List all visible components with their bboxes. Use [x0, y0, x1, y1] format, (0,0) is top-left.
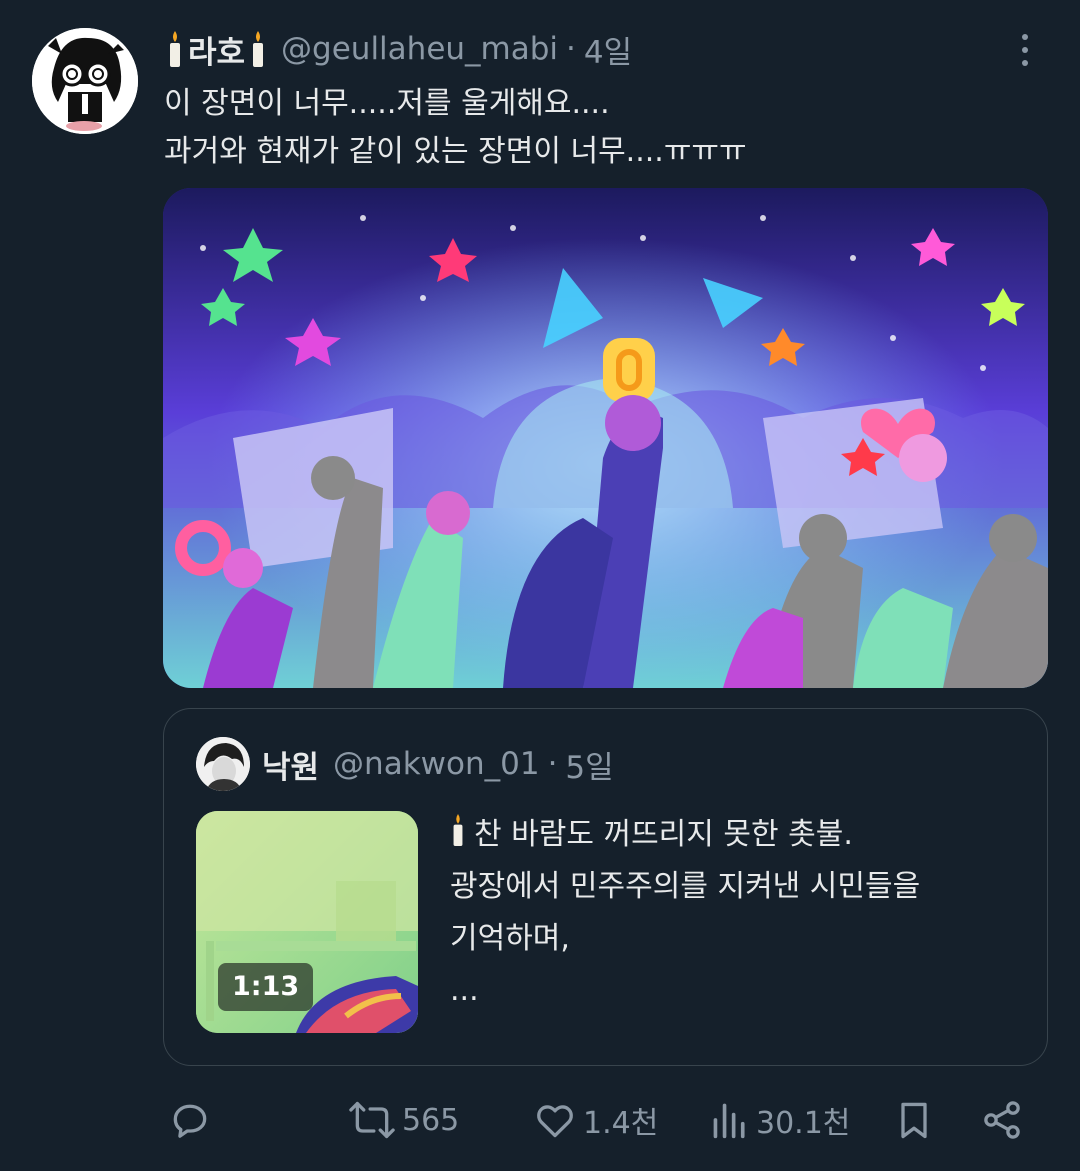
action-bar: 565 1.4천 30.1천 — [0, 1090, 1080, 1150]
quoted-text-line: 찬 바람도 꺼뜨리지 못한 촛불. — [450, 809, 1030, 861]
bookmark-icon — [901, 1102, 927, 1139]
quoted-author-handle[interactable]: @nakwon_01 — [333, 746, 540, 782]
tweet-media-image[interactable] — [163, 188, 1048, 688]
tweet-header: 라호 @geullaheu_mabi · 4일 — [166, 26, 632, 72]
quoted-tweet[interactable]: 낙원 @nakwon_01 · 5일 1:13 찬 바람도 꺼뜨리지 못한 촛불… — [163, 708, 1048, 1066]
share-button[interactable] — [980, 1090, 1024, 1150]
views-icon — [713, 1103, 745, 1139]
reply-button[interactable] — [168, 1090, 212, 1150]
heart-icon — [537, 1105, 573, 1138]
quoted-text-ellipsis: ... — [450, 973, 479, 1008]
repost-count: 565 — [402, 1102, 460, 1138]
quoted-text-line: 기억하며, — [450, 921, 570, 956]
candle-icon — [253, 31, 264, 67]
more-vertical-icon[interactable] — [1005, 30, 1045, 70]
tweet[interactable]: 라호 @geullaheu_mabi · 4일 이 장면이 너무.....저를 … — [0, 0, 1080, 1171]
tweet-time[interactable]: 4일 — [584, 27, 632, 72]
tweet-text-line: 이 장면이 너무.....저를 울게해요.... — [164, 86, 610, 121]
reply-icon — [173, 1104, 207, 1138]
separator-dot: · — [547, 746, 558, 782]
quoted-author-avatar[interactable] — [196, 737, 250, 791]
author-avatar[interactable] — [32, 28, 138, 134]
candle-icon — [453, 814, 463, 846]
bookmark-button[interactable] — [892, 1090, 936, 1150]
separator-dot: · — [566, 31, 576, 67]
candle-icon — [170, 31, 180, 67]
quoted-text: 찬 바람도 꺼뜨리지 못한 촛불. 광장에서 민주주의를 지켜낸 시민들을 기억… — [450, 809, 1030, 1017]
repost-button[interactable]: 565 — [348, 1090, 459, 1150]
tweet-text: 이 장면이 너무.....저를 울게해요.... 과거와 현재가 같이 있는 장… — [164, 80, 1044, 176]
quoted-header: 낙원 @nakwon_01 · 5일 — [262, 741, 614, 787]
video-duration: 1:13 — [218, 963, 314, 1011]
repost-icon — [349, 1101, 395, 1139]
like-count: 1.4천 — [583, 1106, 659, 1141]
quoted-text-line: 광장에서 민주주의를 지켜낸 시민들을 — [450, 869, 921, 904]
views-button[interactable]: 30.1천 — [710, 1090, 850, 1150]
author-handle[interactable]: @geullaheu_mabi — [281, 31, 558, 67]
author-name[interactable]: 라호 — [188, 27, 245, 72]
views-count: 30.1천 — [756, 1106, 851, 1141]
quoted-text-line-content: 찬 바람도 꺼뜨리지 못한 촛불. — [474, 817, 853, 852]
quoted-time[interactable]: 5일 — [565, 742, 613, 787]
quoted-video-thumbnail[interactable]: 1:13 — [196, 811, 418, 1033]
tweet-text-line: 과거와 현재가 같이 있는 장면이 너무....ㅠㅠㅠ — [164, 134, 747, 169]
share-icon — [984, 1101, 1020, 1139]
like-button[interactable]: 1.4천 — [533, 1090, 658, 1150]
quoted-author-name[interactable]: 낙원 — [262, 742, 319, 787]
